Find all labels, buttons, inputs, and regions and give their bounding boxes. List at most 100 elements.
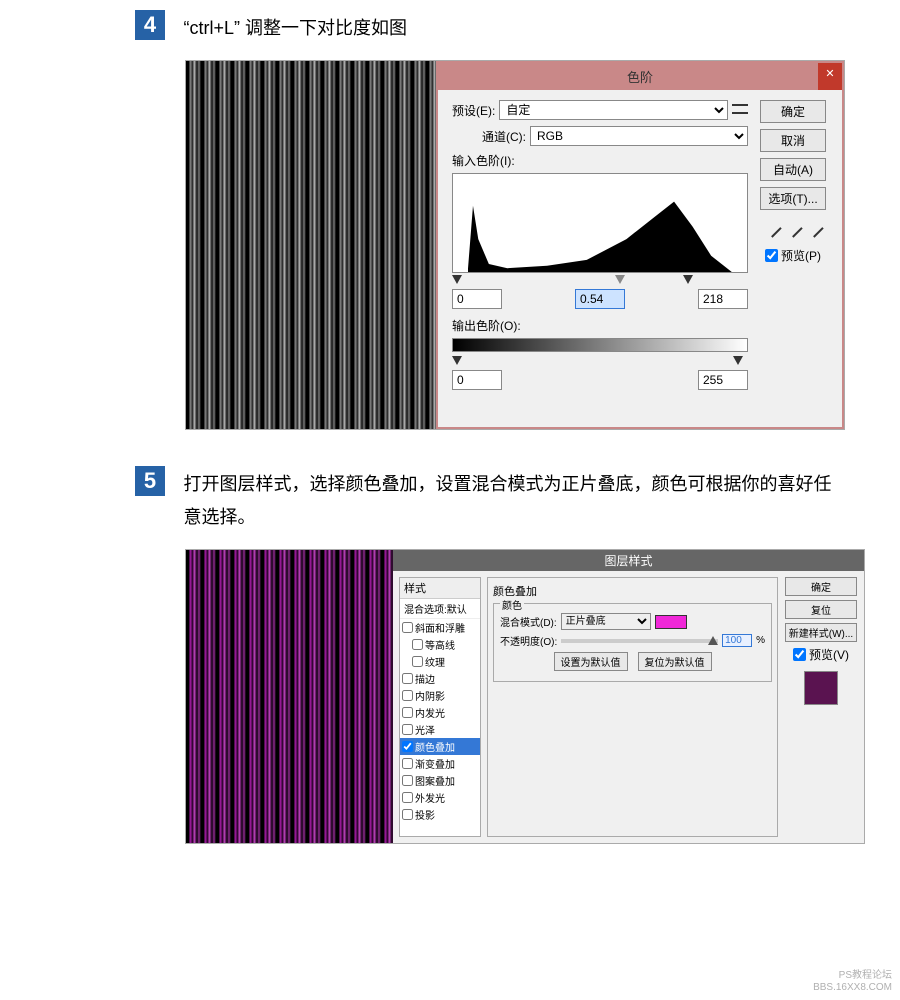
overlay-color-swatch[interactable] — [655, 615, 687, 629]
ls-cancel-button[interactable]: 复位 — [785, 600, 857, 619]
color-legend: 颜色 — [500, 597, 524, 612]
style-item-bevel[interactable]: 斜面和浮雕 — [400, 619, 480, 636]
input-slider-track[interactable] — [452, 275, 748, 285]
black-eyedropper-icon[interactable] — [763, 220, 781, 238]
layerstyle-body: 样式 混合选项:默认 斜面和浮雕 等高线 纹理 描边 内阴影 内发光 光泽 颜色… — [393, 571, 864, 843]
style-item-innerglow[interactable]: 内发光 — [400, 704, 480, 721]
close-icon[interactable]: ✕ — [818, 63, 842, 90]
levels-title-text: 色阶 — [627, 70, 653, 85]
black-output-slider[interactable] — [452, 356, 462, 365]
watermark: PS教程论坛 BBS.16XX8.COM — [813, 970, 892, 994]
blend-mode-label: 混合模式(D): — [500, 614, 557, 629]
output-values-row — [452, 370, 748, 390]
out-white-input[interactable] — [698, 370, 748, 390]
step-4: 4 “ctrl+L” 调整一下对比度如图 色阶 ✕ 预设(E): 自定 通道(C… — [0, 0, 900, 456]
style-item-outerglow[interactable]: 外发光 — [400, 789, 480, 806]
style-item-stroke[interactable]: 描边 — [400, 670, 480, 687]
black-input[interactable] — [452, 289, 502, 309]
white-input[interactable] — [698, 289, 748, 309]
overlay-panel-title: 颜色叠加 — [493, 583, 772, 599]
levels-titlebar: 色阶 ✕ — [438, 63, 842, 90]
step-4-number: 4 — [135, 10, 165, 40]
input-levels-label: 输入色阶(I): — [452, 152, 748, 169]
ok-button[interactable]: 确定 — [760, 100, 826, 123]
image-preview-magenta — [186, 550, 393, 843]
white-point-slider[interactable] — [683, 275, 693, 284]
levels-controls: 预设(E): 自定 通道(C): RGB 输入色阶(I): — [452, 100, 748, 390]
style-item-dropshadow[interactable]: 投影 — [400, 806, 480, 823]
ls-ok-button[interactable]: 确定 — [785, 577, 857, 596]
output-slider-track[interactable] — [452, 356, 748, 366]
ls-preview-checkbox[interactable] — [793, 648, 806, 661]
options-button[interactable]: 选项(T)... — [760, 187, 826, 210]
color-overlay-panel: 颜色叠加 颜色 混合模式(D): 正片叠底 不透明度(O): % — [487, 577, 778, 837]
layerstyle-buttons: 确定 复位 新建样式(W)... 预览(V) — [784, 577, 858, 837]
auto-button[interactable]: 自动(A) — [760, 158, 826, 181]
step-4-screenshot: 色阶 ✕ 预设(E): 自定 通道(C): RGB 输入色阶(I): — [185, 60, 845, 430]
ls-preview-label: 预览(V) — [809, 646, 849, 663]
style-item-gradientoverlay[interactable]: 渐变叠加 — [400, 755, 480, 772]
gray-eyedropper-icon[interactable] — [784, 220, 802, 238]
opacity-input[interactable] — [722, 634, 752, 647]
ls-preview-checkbox-row[interactable]: 预览(V) — [793, 646, 849, 663]
style-list-header: 样式 — [400, 578, 480, 599]
color-fieldset: 颜色 混合模式(D): 正片叠底 不透明度(O): % — [493, 603, 772, 682]
style-item-contour[interactable]: 等高线 — [400, 636, 480, 653]
ls-newstyle-button[interactable]: 新建样式(W)... — [785, 623, 857, 642]
output-gradient — [452, 338, 748, 352]
blend-options-default[interactable]: 混合选项:默认 — [400, 599, 480, 619]
step-5: 5 打开图层样式，选择颜色叠加，设置混合模式为正片叠底，颜色可根据你的喜好任意选… — [0, 456, 900, 870]
set-default-button[interactable]: 设置为默认值 — [554, 652, 628, 671]
layerstyle-dialog: 图层样式 样式 混合选项:默认 斜面和浮雕 等高线 纹理 描边 内阴影 内发光 … — [393, 550, 864, 843]
preset-menu-icon[interactable] — [732, 104, 748, 116]
style-preview-swatch — [804, 671, 838, 705]
preset-select[interactable]: 自定 — [499, 100, 728, 120]
watermark-line2: BBS.16XX8.COM — [813, 982, 892, 994]
default-buttons: 设置为默认值 复位为默认值 — [500, 652, 765, 671]
step-5-number: 5 — [135, 466, 165, 496]
image-preview-bw — [186, 61, 436, 429]
channel-row: 通道(C): RGB — [482, 126, 748, 146]
style-list: 样式 混合选项:默认 斜面和浮雕 等高线 纹理 描边 内阴影 内发光 光泽 颜色… — [399, 577, 481, 837]
eyedropper-tools — [766, 222, 821, 235]
levels-body: 预设(E): 自定 通道(C): RGB 输入色阶(I): — [438, 90, 842, 394]
opacity-slider[interactable] — [561, 639, 718, 643]
black-point-slider[interactable] — [452, 275, 462, 284]
reset-default-button[interactable]: 复位为默认值 — [638, 652, 712, 671]
white-eyedropper-icon[interactable] — [805, 220, 823, 238]
style-item-coloroverlay[interactable]: 颜色叠加 — [400, 738, 480, 755]
preview-label: 预览(P) — [781, 247, 821, 264]
out-black-input[interactable] — [452, 370, 502, 390]
histogram-shape — [468, 189, 733, 272]
style-item-patternoverlay[interactable]: 图案叠加 — [400, 772, 480, 789]
opacity-label: 不透明度(O): — [500, 633, 557, 648]
watermark-line1: PS教程论坛 — [813, 970, 892, 982]
layerstyle-titlebar: 图层样式 — [393, 550, 864, 571]
step-4-instruction: “ctrl+L” 调整一下对比度如图 — [183, 12, 407, 44]
levels-dialog: 色阶 ✕ 预设(E): 自定 通道(C): RGB 输入色阶(I): — [436, 61, 844, 429]
step-5-instruction: 打开图层样式，选择颜色叠加，设置混合模式为正片叠底，颜色可根据你的喜好任意选择。 — [183, 468, 843, 533]
output-levels-label: 输出色阶(O): — [452, 317, 748, 334]
gamma-slider[interactable] — [615, 275, 625, 284]
gamma-input[interactable] — [575, 289, 625, 309]
channel-label: 通道(C): — [482, 128, 526, 145]
preset-label: 预设(E): — [452, 102, 495, 119]
style-item-texture[interactable]: 纹理 — [400, 653, 480, 670]
preset-row: 预设(E): 自定 — [452, 100, 748, 120]
preview-checkbox-row[interactable]: 预览(P) — [765, 247, 821, 264]
levels-buttons: 确定 取消 自动(A) 选项(T)... 预览(P) — [758, 100, 828, 390]
vertical-stripes-bw — [186, 61, 436, 429]
opacity-pct: % — [756, 635, 765, 646]
opacity-row: 不透明度(O): % — [500, 633, 765, 648]
style-item-satin[interactable]: 光泽 — [400, 721, 480, 738]
input-values-row — [452, 289, 748, 309]
cancel-button[interactable]: 取消 — [760, 129, 826, 152]
step-5-screenshot: 图层样式 样式 混合选项:默认 斜面和浮雕 等高线 纹理 描边 内阴影 内发光 … — [185, 549, 865, 844]
preview-checkbox[interactable] — [765, 249, 778, 262]
vertical-stripes-magenta — [186, 550, 393, 843]
white-output-slider[interactable] — [733, 356, 743, 365]
style-item-innershadow[interactable]: 内阴影 — [400, 687, 480, 704]
blend-mode-select[interactable]: 正片叠底 — [561, 613, 651, 630]
channel-select[interactable]: RGB — [530, 126, 748, 146]
histogram — [452, 173, 748, 273]
